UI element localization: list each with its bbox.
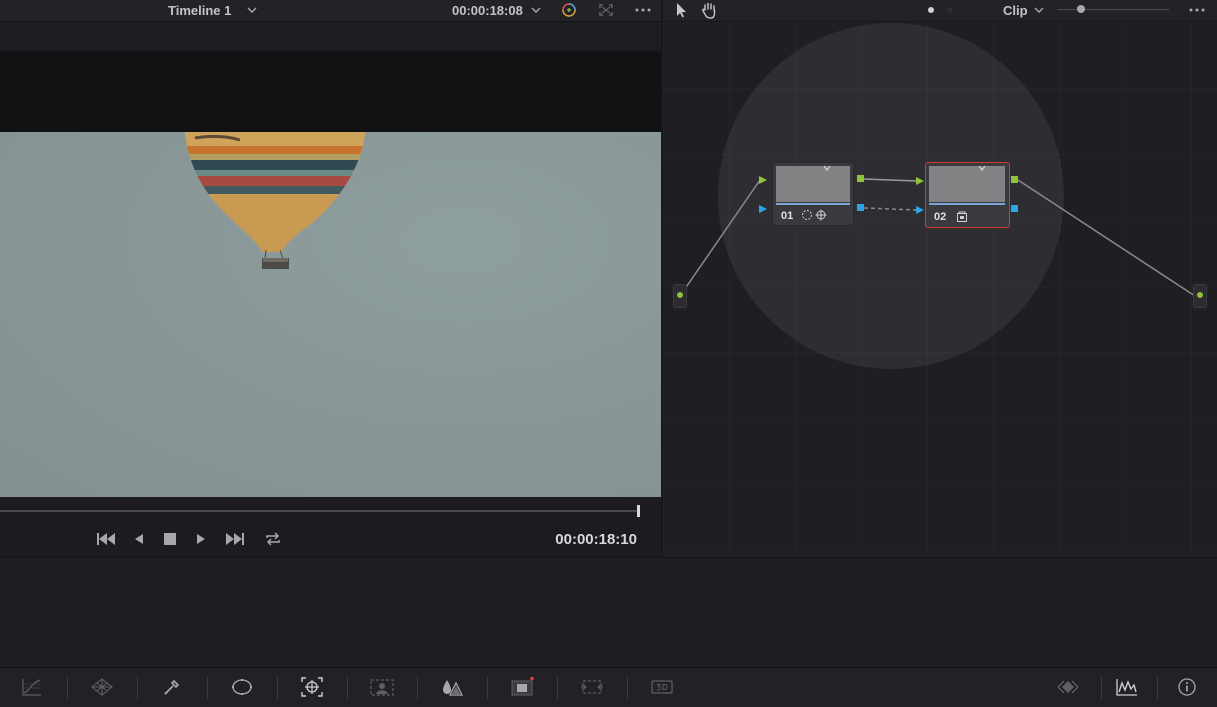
toolbar-divider [277, 676, 278, 700]
toolbar-divider [137, 676, 138, 700]
node-marker-icon [823, 165, 831, 171]
toolbar-divider [67, 676, 68, 700]
viewer-header: Timeline 1 00:00:18:08 [0, 0, 661, 22]
color-wheel-icon[interactable] [559, 1, 579, 19]
color-node-02[interactable]: 02 [925, 162, 1010, 228]
viewer-panel: Timeline 1 00:00:18:08 00:00:18:10 [0, 0, 661, 557]
toolbar-divider [207, 676, 208, 700]
play-icon[interactable] [193, 530, 209, 548]
palette-panel [0, 557, 1217, 667]
node1-to-node2-wire [863, 178, 918, 182]
color-node-01[interactable]: 01 [772, 162, 854, 226]
node-rgb-input-port[interactable] [759, 176, 767, 184]
node-thumbnail [776, 166, 850, 202]
toolbar-divider [627, 676, 628, 700]
header-timecode[interactable]: 00:00:18:08 [452, 3, 523, 18]
fullscreen-icon[interactable] [596, 1, 616, 19]
node-rgb-output-port[interactable] [857, 175, 864, 182]
go-to-end-icon[interactable] [224, 530, 246, 548]
tracker-icon[interactable] [299, 674, 325, 700]
node-status-line [776, 203, 850, 205]
node-rgb-input-port[interactable] [916, 177, 924, 185]
toolbar-divider [557, 676, 558, 700]
window-indicator-icon [802, 210, 812, 220]
magic-mask-icon[interactable] [369, 674, 395, 700]
color-warper-icon[interactable] [89, 674, 115, 700]
keyframes-icon[interactable] [1054, 674, 1082, 700]
timeline-name[interactable]: Timeline 1 [168, 3, 231, 18]
node-key-input-port[interactable] [916, 206, 924, 214]
curves-icon[interactable] [19, 674, 45, 700]
key-icon[interactable] [509, 674, 535, 700]
3d-icon[interactable] [649, 674, 675, 700]
chevron-down-icon[interactable] [246, 3, 258, 17]
node-status-line [929, 203, 1005, 205]
node-key-input-port[interactable] [759, 205, 767, 213]
transport-bar: 00:00:18:10 [0, 497, 661, 557]
loop-icon[interactable] [262, 530, 284, 548]
node2-to-output-wire [1017, 179, 1196, 297]
viewer-subbar [0, 23, 661, 51]
node-label: 01 [781, 210, 794, 222]
toolbar-divider [1101, 676, 1102, 700]
node-label: 02 [934, 211, 947, 223]
hot-air-balloon-image [185, 132, 365, 269]
node-key-output-port[interactable] [857, 204, 864, 211]
playhead-handle[interactable] [637, 505, 640, 517]
chevron-down-icon[interactable] [530, 3, 542, 17]
toolbar-divider [487, 676, 488, 700]
scrubber-track[interactable] [0, 510, 638, 512]
more-options-icon[interactable] [633, 1, 653, 19]
node-connections [679, 178, 1196, 297]
palette-toolbar [0, 667, 1217, 707]
toolbar-divider [1157, 676, 1158, 700]
output-port[interactable] [1193, 284, 1207, 308]
node-marker-icon [978, 165, 986, 171]
node-thumbnail [929, 166, 1005, 202]
info-icon[interactable] [1174, 674, 1200, 700]
node-editor[interactable]: Clip 01 02 [662, 0, 1217, 557]
node1-to-node2-key-wire [863, 207, 918, 211]
scopes-icon[interactable] [1114, 674, 1140, 700]
toolbar-divider [417, 676, 418, 700]
source-to-node1-wire [679, 179, 761, 297]
node-rgb-output-port[interactable] [1011, 176, 1018, 183]
source-input-port[interactable] [673, 284, 687, 308]
go-to-start-icon[interactable] [95, 530, 117, 548]
video-frame[interactable] [0, 132, 661, 497]
viewer-letterbox [0, 52, 661, 132]
sizing-icon[interactable] [579, 674, 605, 700]
play-reverse-icon[interactable] [131, 530, 147, 548]
blur-indicator-icon [957, 211, 967, 222]
toolbar-divider [347, 676, 348, 700]
window-icon[interactable] [229, 674, 255, 700]
stop-icon[interactable] [162, 530, 178, 548]
blur-icon[interactable] [439, 674, 465, 700]
tracker-indicator-icon [815, 209, 827, 221]
qualifier-icon[interactable] [159, 674, 185, 700]
current-timecode: 00:00:18:10 [555, 531, 637, 548]
node-key-output-port[interactable] [1011, 205, 1018, 212]
